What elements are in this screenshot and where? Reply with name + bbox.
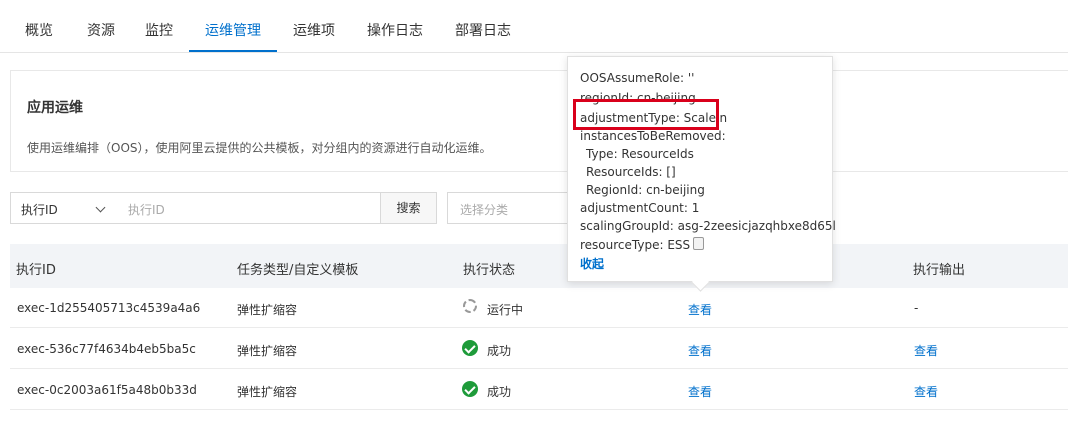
copy-icon[interactable] (693, 237, 705, 250)
card-title: 应用运维 (27, 100, 83, 116)
table-row: exec-536c77f4634b4eb5ba5c 弹性扩缩容 成功 查看 查看 (10, 329, 1068, 369)
search-input[interactable]: 执行ID (118, 192, 381, 224)
task-type: 弹性扩缩容 (237, 385, 298, 399)
output-value: - (914, 301, 919, 315)
popover-line: instancesToBeRemoved: (580, 129, 726, 143)
tab-resources[interactable]: 资源 (86, 0, 116, 52)
search-button[interactable]: 搜索 (380, 192, 437, 224)
header-status: 执行状态 (463, 263, 516, 278)
tab-monitoring[interactable]: 监控 (144, 0, 174, 52)
popover-line: OOSAssumeRole: '' (580, 71, 695, 85)
execution-id: exec-0c2003a61f5a48b0b33d (17, 383, 197, 397)
view-output-link[interactable]: 查看 (914, 342, 938, 359)
task-type: 弹性扩缩容 (237, 344, 298, 358)
tab-bar: 概览 资源 监控 运维管理 运维项 操作日志 部署日志 (0, 0, 1068, 53)
execution-id: exec-536c77f4634b4eb5ba5c (17, 342, 196, 356)
search-field-select-value: 执行ID (21, 203, 58, 217)
tab-ops-management[interactable]: 运维管理 (189, 0, 277, 52)
tab-operation-log[interactable]: 操作日志 (366, 0, 424, 52)
header-execution-id: 执行ID (16, 263, 56, 278)
view-detail-link[interactable]: 查看 (688, 383, 712, 400)
popover-line-resource-type: resourceType: ESS (580, 237, 705, 252)
popover-line: resourceType: ESS (580, 238, 691, 252)
header-task-type: 任务类型/自定义模板 (237, 263, 359, 278)
search-field-select[interactable]: 执行ID (10, 192, 119, 224)
popover-line: adjustmentCount: 1 (580, 201, 700, 215)
tab-overview[interactable]: 概览 (24, 0, 54, 52)
tab-deploy-log[interactable]: 部署日志 (454, 0, 512, 52)
spinner-icon (463, 299, 477, 313)
app-ops-card: 应用运维 使用运维编排（OOS），使用阿里云提供的公共模板，对分组内的资源进行自… (10, 70, 1068, 172)
view-detail-link[interactable]: 查看 (688, 342, 712, 359)
tab-ops-items[interactable]: 运维项 (292, 0, 336, 52)
popover-line: scalingGroupId: asg-2zeesicjazqhbxe8d65l (580, 219, 836, 233)
table-row: exec-1d255405713c4539a4a6 弹性扩缩容 运行中 查看 - (10, 288, 1068, 328)
view-detail-link[interactable]: 查看 (688, 301, 712, 318)
collapse-link[interactable]: 收起 (580, 255, 604, 272)
category-select[interactable]: 选择分类 (447, 192, 587, 224)
chevron-down-icon (95, 202, 106, 213)
success-check-icon (462, 381, 478, 397)
execution-id: exec-1d255405713c4539a4a6 (17, 301, 201, 315)
table-row: exec-0c2003a61f5a48b0b33d 弹性扩缩容 成功 查看 查看 (10, 370, 1068, 410)
header-output: 执行输出 (913, 263, 966, 278)
status-text: 成功 (487, 385, 512, 399)
popover-line: ResourceIds: [] (586, 165, 676, 179)
success-check-icon (462, 340, 478, 356)
highlight-box (573, 99, 719, 130)
status-text: 成功 (487, 344, 512, 358)
card-description: 使用运维编排（OOS），使用阿里云提供的公共模板，对分组内的资源进行自动化运维。 (27, 141, 492, 155)
parameters-popover: OOSAssumeRole: '' regionId: cn-beijing a… (567, 56, 836, 282)
table-header: 执行ID 任务类型/自定义模板 执行状态 执行输出 (10, 244, 1068, 288)
view-output-link[interactable]: 查看 (914, 383, 938, 400)
task-type: 弹性扩缩容 (237, 303, 298, 317)
popover-line: RegionId: cn-beijing (586, 183, 705, 197)
search-input-placeholder: 执行ID (128, 203, 165, 217)
popover-line: Type: ResourceIds (586, 147, 694, 161)
category-select-placeholder: 选择分类 (460, 203, 509, 217)
status-text: 运行中 (487, 303, 524, 317)
